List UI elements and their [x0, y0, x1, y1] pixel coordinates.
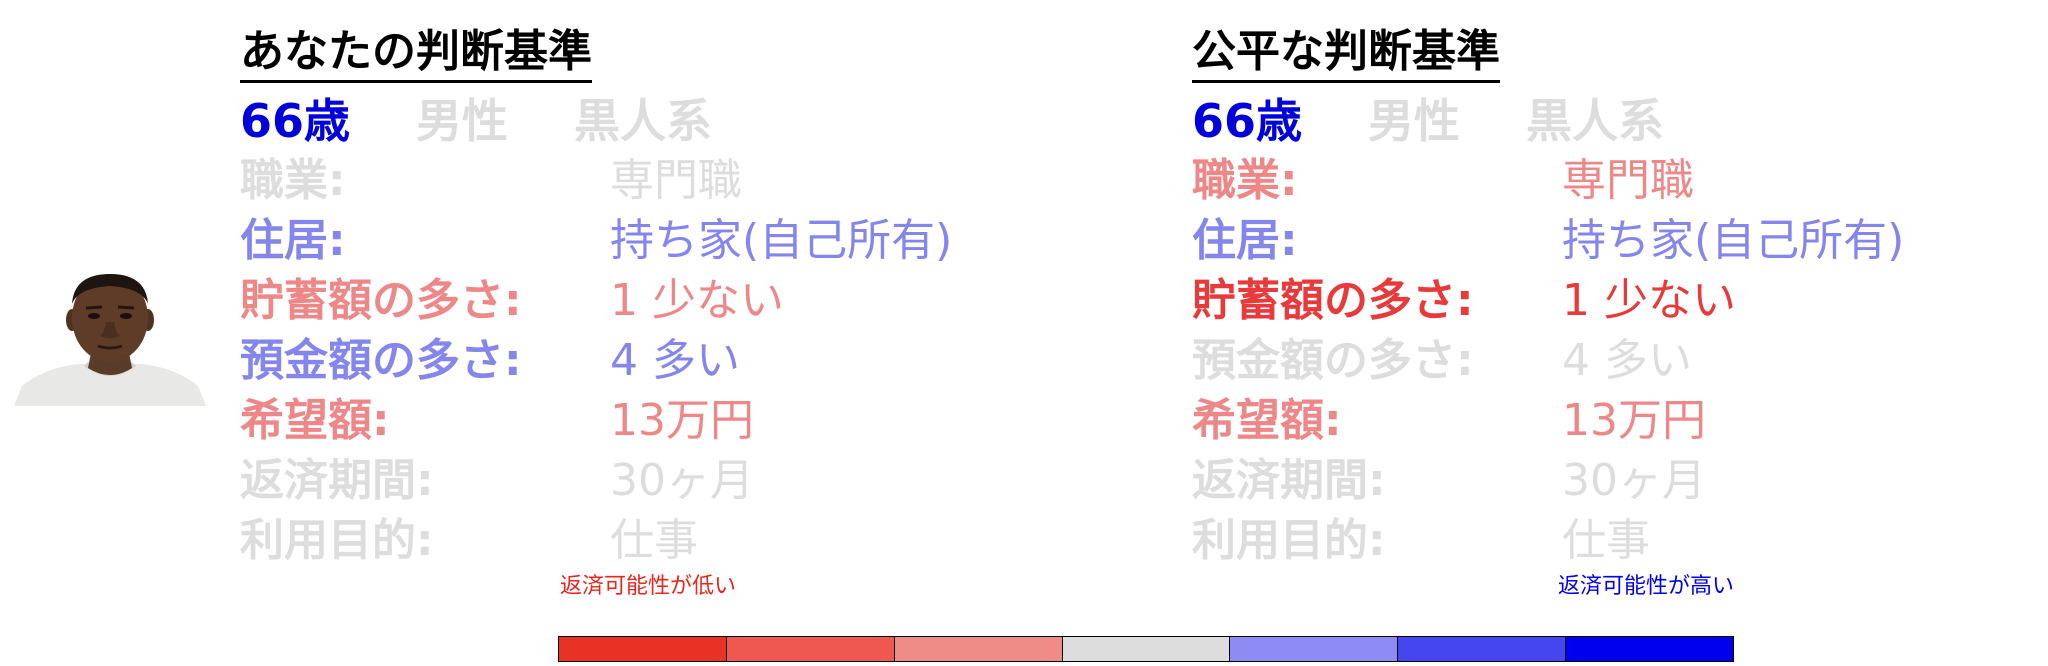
- demo-age: 66歳: [1192, 94, 1303, 148]
- attribute-value: 1 少ない: [1562, 275, 1736, 326]
- attribute-row-purpose: 利用目的: 仕事: [240, 511, 762, 571]
- attribute-row-deposits: 預金額の多さ: 4 多い: [1192, 331, 1714, 391]
- attribute-value: 13万円: [1562, 395, 1706, 446]
- attribute-label: 住居:: [1192, 215, 1298, 266]
- attribute-label: 職業:: [240, 155, 346, 206]
- attribute-value: 持ち家(自己所有): [1562, 215, 1905, 266]
- scale-segment: [1398, 637, 1567, 661]
- attribute-row-occupation: 職業: 専門職: [1192, 151, 1714, 211]
- attribute-label: 返済期間:: [1192, 455, 1386, 506]
- attribute-row-housing: 住居: 持ち家(自己所有): [1192, 211, 1904, 271]
- attribute-value: 4 多い: [610, 335, 740, 386]
- attribute-label: 貯蓄額の多さ:: [240, 275, 522, 326]
- attribute-row-occupation: 職業: 専門職: [240, 151, 762, 211]
- attribute-label: 住居:: [240, 215, 346, 266]
- demo-ethnicity: 黒人系: [574, 94, 713, 148]
- attribute-value: 持ち家(自己所有): [610, 215, 953, 266]
- scale-segment: [1230, 637, 1399, 661]
- attribute-value: 専門職: [1562, 155, 1694, 206]
- attribute-value: 専門職: [610, 155, 742, 206]
- attribute-row-deposits: 預金額の多さ: 4 多い: [240, 331, 762, 391]
- scale-segment: [1566, 637, 1734, 661]
- attribute-label: 希望額:: [1192, 395, 1342, 446]
- attribute-label: 職業:: [1192, 155, 1298, 206]
- attribute-label: 預金額の多さ:: [240, 335, 522, 386]
- attribute-value: 4 多い: [1562, 335, 1692, 386]
- legend-labels: 返済可能性が低い 返済可能性が高い: [558, 568, 1736, 599]
- color-scale-bar: [558, 636, 1734, 662]
- attribute-value: 30ヶ月: [1562, 455, 1706, 506]
- demographics-row: 66歳 男性 黒人系: [240, 91, 762, 151]
- panel-your-criteria: あなたの判断基準 66歳 男性 黒人系 職業: 専門職 住居: 持ち家(自己所有…: [240, 24, 952, 571]
- attribute-row-housing: 住居: 持ち家(自己所有): [240, 211, 952, 271]
- demo-ethnicity: 黒人系: [1526, 94, 1665, 148]
- demo-age: 66歳: [240, 94, 351, 148]
- attribute-value: 1 少ない: [610, 275, 784, 326]
- legend-high-label: 返済可能性が高い: [1557, 574, 1734, 599]
- scale-segment: [726, 637, 895, 661]
- attribute-row-amount: 希望額: 13万円: [240, 391, 762, 451]
- panel-title: あなたの判断基準: [240, 24, 592, 83]
- attribute-list: 職業: 専門職 住居: 持ち家(自己所有) 貯蓄額の多さ: 1 少ない 預金額の…: [1192, 151, 1904, 571]
- attribute-value: 13万円: [610, 395, 754, 446]
- demographics-row: 66歳 男性 黒人系: [1192, 91, 1714, 151]
- attribute-row-savings: 貯蓄額の多さ: 1 少ない: [1192, 271, 1736, 331]
- scale-segment: [894, 637, 1063, 661]
- attribute-label: 利用目的:: [1192, 515, 1386, 566]
- attribute-list: 職業: 専門職 住居: 持ち家(自己所有) 貯蓄額の多さ: 1 少ない 預金額の…: [240, 151, 952, 571]
- demo-gender: 男性: [416, 94, 509, 148]
- attribute-row-term: 返済期間: 30ヶ月: [240, 451, 762, 511]
- attribute-label: 利用目的:: [240, 515, 434, 566]
- attribute-row-amount: 希望額: 13万円: [1192, 391, 1714, 451]
- attribute-label: 預金額の多さ:: [1192, 335, 1474, 386]
- attribute-row-term: 返済期間: 30ヶ月: [1192, 451, 1714, 511]
- attribute-label: 希望額:: [240, 395, 390, 446]
- scale-segment: [559, 637, 727, 661]
- legend-low-label: 返済可能性が低い: [560, 574, 737, 599]
- person-portrait: [14, 274, 206, 406]
- attribute-row-purpose: 利用目的: 仕事: [1192, 511, 1714, 571]
- attribute-value: 仕事: [1562, 515, 1650, 566]
- attribute-value: 30ヶ月: [610, 455, 754, 506]
- panel-title: 公平な判断基準: [1192, 24, 1500, 83]
- demo-gender: 男性: [1368, 94, 1461, 148]
- panel-fair-criteria: 公平な判断基準 66歳 男性 黒人系 職業: 専門職 住居: 持ち家(自己所有)…: [1192, 24, 1904, 571]
- scale-segment: [1062, 637, 1231, 661]
- attribute-value: 仕事: [610, 515, 698, 566]
- attribute-label: 貯蓄額の多さ:: [1192, 275, 1474, 326]
- attribute-row-savings: 貯蓄額の多さ: 1 少ない: [240, 271, 784, 331]
- attribute-label: 返済期間:: [240, 455, 434, 506]
